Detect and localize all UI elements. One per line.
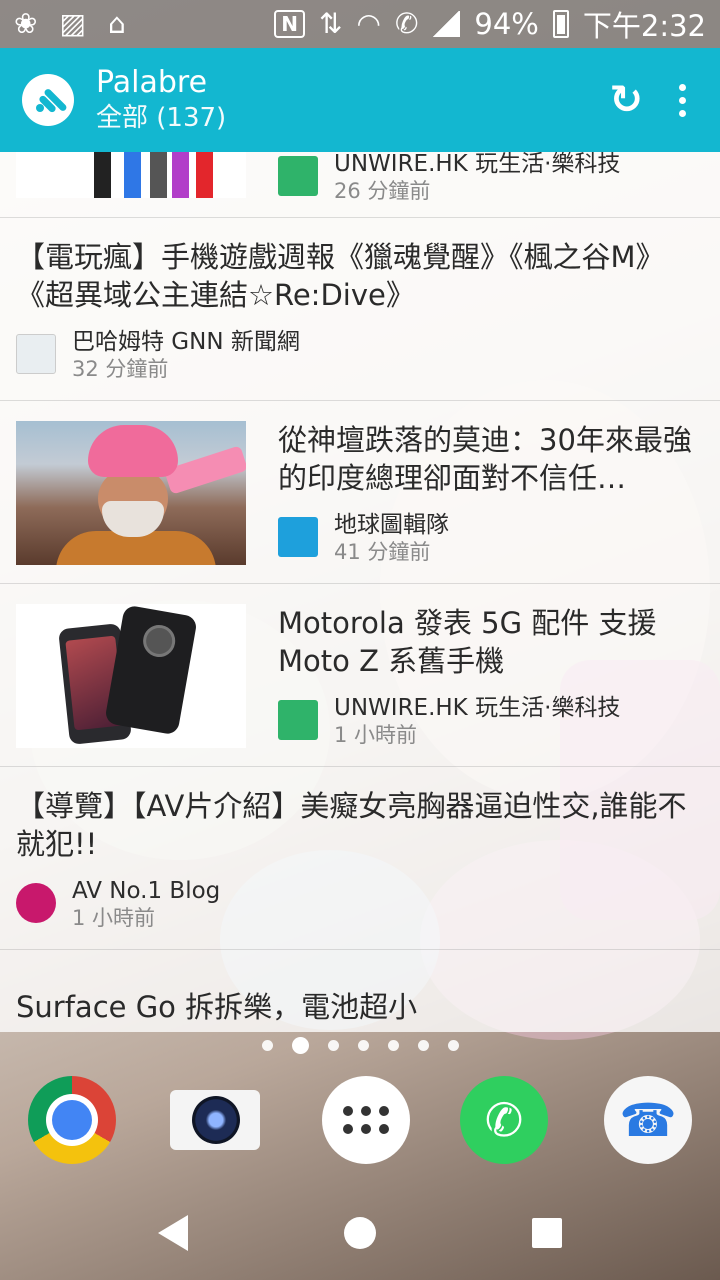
- av-blog-source-icon: [16, 883, 56, 923]
- article-title: Surface Go 拆拆樂，電池超小: [16, 990, 418, 1024]
- category-subtitle[interactable]: 全部 (137): [96, 101, 226, 135]
- app-bar-titles: Palabre 全部 (137): [96, 65, 226, 135]
- article-thumbnail: [16, 421, 246, 565]
- article-card[interactable]: 從神壇跌落的莫迪：30年來最強的印度總理卻面對不信任… 地球圖輯隊 41 分鐘前: [0, 401, 720, 584]
- home-icon[interactable]: [344, 1217, 376, 1249]
- unwire-source-icon: [278, 700, 318, 740]
- page-dot: [387, 1039, 399, 1051]
- source-name: UNWIRE.HK 玩生活·樂科技: [334, 152, 621, 177]
- page-dot: [357, 1039, 369, 1051]
- article-title: 從神壇跌落的莫迪：30年來最強的印度總理卻面對不信任…: [278, 423, 692, 495]
- article-source: UNWIRE.HK 玩生活·樂科技 26 分鐘前: [278, 152, 620, 204]
- clock: 下午2:32: [582, 9, 706, 43]
- recent-apps-icon[interactable]: [532, 1218, 562, 1248]
- article-title: 【導覽】【AV片介紹】美癡女亮胸器逼迫性交,誰能不就犯!!: [16, 789, 687, 861]
- article-source: 巴哈姆特 GNN 新聞網 32 分鐘前: [16, 328, 300, 382]
- app-drawer-icon[interactable]: [322, 1076, 410, 1164]
- phone-lineup-image: [16, 152, 246, 198]
- article-time: 26 分鐘前: [334, 179, 431, 203]
- article-feed[interactable]: UNWIRE.HK 玩生活·樂科技 26 分鐘前 【電玩瘋】手機遊戲週報《獵魂覺…: [0, 152, 720, 1032]
- article-source: 地球圖輯隊 41 分鐘前: [278, 511, 449, 565]
- nfc-icon: N: [274, 10, 306, 38]
- page-dot: [417, 1039, 429, 1051]
- wifi-icon: ◠: [356, 7, 381, 40]
- article-time: 41 分鐘前: [334, 540, 431, 564]
- earth-source-icon: [278, 517, 318, 557]
- battery-icon: [552, 10, 569, 38]
- article-time: 1 小時前: [72, 906, 156, 930]
- article-card[interactable]: Surface Go 拆拆樂，電池超小: [0, 950, 720, 1032]
- article-card[interactable]: 【導覽】【AV片介紹】美癡女亮胸器逼迫性交,誰能不就犯!! AV No.1 Bl…: [0, 767, 720, 950]
- article-time: 32 分鐘前: [72, 357, 169, 381]
- unwire-source-icon: [278, 156, 318, 196]
- article-card[interactable]: Motorola 發表 5G 配件 支援 Moto Z 系舊手機 UNWIRE.…: [0, 584, 720, 767]
- phone-icon[interactable]: ☎: [604, 1076, 692, 1164]
- signal-icon: [432, 11, 461, 37]
- article-source: UNWIRE.HK 玩生活·樂科技 1 小時前: [278, 694, 620, 748]
- back-icon[interactable]: [158, 1215, 188, 1251]
- home-notification-icon: ⌂: [107, 7, 126, 40]
- refresh-icon[interactable]: ↻: [609, 80, 643, 120]
- flower-notification-icon: ❀: [14, 7, 38, 40]
- source-name: UNWIRE.HK 玩生活·樂科技: [334, 695, 621, 721]
- app-dock: ✆ ☎: [0, 1072, 720, 1172]
- data-arrows-icon: ⇅: [319, 7, 343, 40]
- article-card[interactable]: 【電玩瘋】手機遊戲週報《獵魂覺醒》《楓之谷M》《超異域公主連結☆Re:Dive》…: [0, 218, 720, 401]
- page-dot: [447, 1039, 459, 1051]
- chrome-icon[interactable]: [28, 1076, 116, 1164]
- gallery-notification-icon: ▨: [59, 7, 86, 40]
- navigation-bar: [0, 1186, 720, 1280]
- battery-percent: 94%: [474, 7, 539, 41]
- status-bar: ❀ ▨ ⌂ N ⇅ ◠ ✆ 94% 下午2:32: [0, 0, 720, 48]
- article-title: Motorola 發表 5G 配件 支援 Moto Z 系舊手機: [278, 606, 657, 678]
- article-thumbnail: [16, 604, 246, 748]
- article-card[interactable]: UNWIRE.HK 玩生活·樂科技 26 分鐘前: [0, 152, 720, 218]
- article-source: AV No.1 Blog 1 小時前: [16, 877, 220, 931]
- source-name: AV No.1 Blog: [72, 878, 221, 904]
- article-time: 1 小時前: [334, 723, 418, 747]
- palabre-logo-icon[interactable]: [22, 74, 74, 126]
- page-indicator: [0, 1032, 720, 1058]
- source-name: 地球圖輯隊: [334, 512, 449, 538]
- page-dot-active: [291, 1036, 309, 1054]
- article-thumbnail: [16, 152, 246, 198]
- app-bar: Palabre 全部 (137) ↻: [0, 48, 720, 152]
- app-title: Palabre: [96, 65, 208, 100]
- gnn-source-icon: [16, 334, 56, 374]
- article-title: 【電玩瘋】手機遊戲週報《獵魂覺醒》《楓之谷M》《超異域公主連結☆Re:Dive》: [16, 240, 665, 312]
- source-name: 巴哈姆特 GNN 新聞網: [72, 329, 300, 355]
- overflow-menu-icon[interactable]: [679, 83, 686, 117]
- call-icon: ✆: [394, 7, 419, 40]
- camera-icon[interactable]: [170, 1090, 260, 1150]
- page-dot: [261, 1039, 273, 1051]
- page-dot: [327, 1039, 339, 1051]
- whatsapp-icon[interactable]: ✆: [460, 1076, 548, 1164]
